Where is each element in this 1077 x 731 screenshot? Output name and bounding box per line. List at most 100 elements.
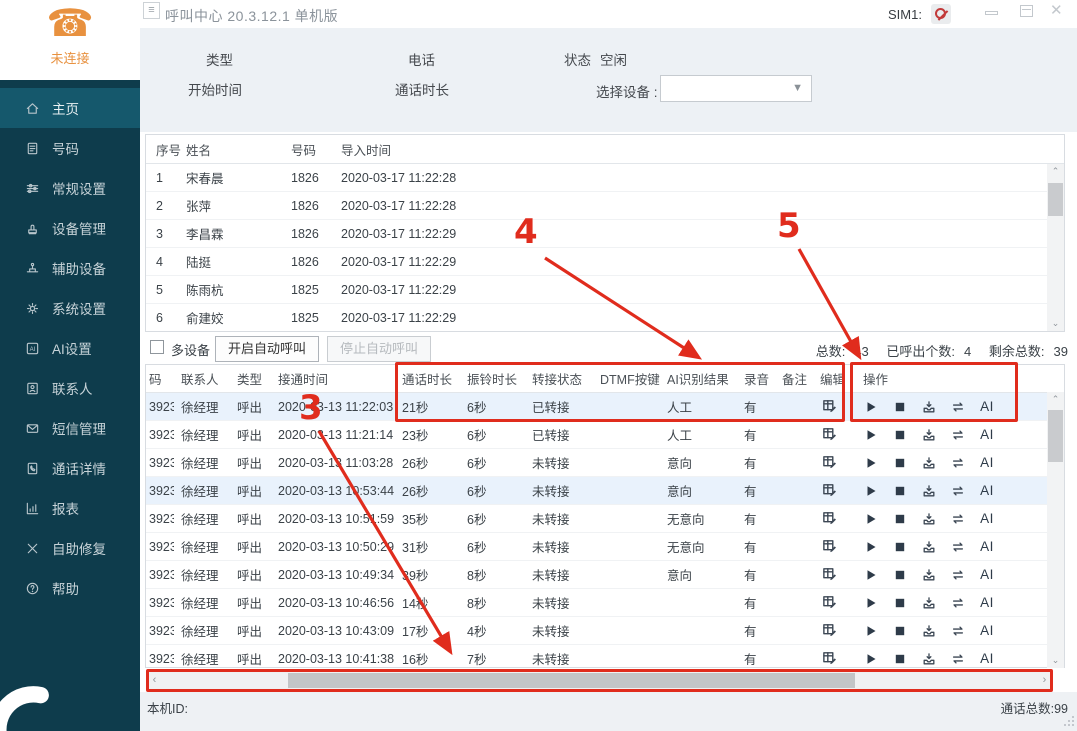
export-icon[interactable]: [921, 511, 937, 527]
close-button[interactable]: ✕: [1050, 3, 1063, 19]
stop-icon[interactable]: [892, 427, 908, 443]
ai-icon[interactable]: AI: [979, 455, 995, 471]
sidebar-item-系统设置[interactable]: 系统设置: [0, 288, 140, 328]
stop-auto-call-button[interactable]: 停止自动呼叫: [327, 336, 431, 362]
ai-icon[interactable]: AI: [979, 483, 995, 499]
sidebar-item-主页[interactable]: 主页: [0, 88, 140, 128]
play-icon[interactable]: [863, 595, 879, 611]
export-icon[interactable]: [921, 399, 937, 415]
sidebar-item-通话详情[interactable]: 通话详情: [0, 448, 140, 488]
transfer-icon[interactable]: [950, 623, 966, 639]
scroll-down-icon[interactable]: ⌄: [1047, 316, 1064, 331]
edit-record-icon[interactable]: [822, 454, 837, 469]
play-icon[interactable]: [863, 539, 879, 555]
play-icon[interactable]: [863, 651, 879, 667]
transfer-icon[interactable]: [950, 651, 966, 667]
scrollbar-thumb[interactable]: [288, 673, 855, 688]
ai-icon[interactable]: AI: [979, 511, 995, 527]
scrollbar-thumb[interactable]: [1048, 410, 1063, 462]
table-row[interactable]: 3923 徐经理 呼出 2020-03-13 10:49:34 39秒 8秒 未转接 意向 有 A…: [146, 561, 1064, 589]
ai-icon[interactable]: AI: [979, 567, 995, 583]
sidebar-item-辅助设备[interactable]: 辅助设备: [0, 248, 140, 288]
resize-grip[interactable]: [1064, 715, 1075, 729]
table-row[interactable]: 3 李昌霖 1826 2020-03-17 11:22:29: [146, 220, 1064, 248]
multi-device-checkbox[interactable]: [150, 340, 164, 354]
play-icon[interactable]: [863, 483, 879, 499]
scroll-up-icon[interactable]: ⌃: [1047, 392, 1064, 407]
ai-icon[interactable]: AI: [979, 539, 995, 555]
table-row[interactable]: 3923 徐经理 呼出 2020-03-13 10:41:38 16秒 7秒 未转接 有 AI: [146, 645, 1064, 667]
edit-record-icon[interactable]: [822, 482, 837, 497]
start-auto-call-button[interactable]: 开启自动呼叫: [215, 336, 319, 362]
stop-icon[interactable]: [892, 483, 908, 499]
table-row[interactable]: 3923 徐经理 呼出 2020-03-13 10:46:56 14秒 8秒 未转接 有 AI: [146, 589, 1064, 617]
ai-icon[interactable]: AI: [979, 399, 995, 415]
table-row[interactable]: 3923 徐经理 呼出 2020-03-13 10:51:59 35秒 6秒 未转接 无意向 有…: [146, 505, 1064, 533]
sidebar-item-设备管理[interactable]: 设备管理: [0, 208, 140, 248]
table-row[interactable]: 3923 徐经理 呼出 2020-03-13 11:22:03 21秒 6秒 已转接 人工 有 A…: [146, 393, 1064, 421]
edit-record-icon[interactable]: [822, 566, 837, 581]
stop-icon[interactable]: [892, 651, 908, 667]
table-row[interactable]: 3923 徐经理 呼出 2020-03-13 11:21:14 23秒 6秒 已转接 人工 有 A…: [146, 421, 1064, 449]
sidebar-item-AI设置[interactable]: AI AI设置: [0, 328, 140, 368]
sidebar-item-常规设置[interactable]: 常规设置: [0, 168, 140, 208]
lower-table-scrollbar[interactable]: ⌃ ⌄: [1047, 392, 1064, 668]
export-icon[interactable]: [921, 595, 937, 611]
transfer-icon[interactable]: [950, 511, 966, 527]
table-row[interactable]: 5 陈雨杭 1825 2020-03-17 11:22:29: [146, 276, 1064, 304]
play-icon[interactable]: [863, 455, 879, 471]
minimize-button[interactable]: [985, 11, 998, 15]
export-icon[interactable]: [921, 623, 937, 639]
upper-table-scrollbar[interactable]: ⌃ ⌄: [1047, 164, 1064, 331]
edit-record-icon[interactable]: [822, 650, 837, 665]
export-icon[interactable]: [921, 539, 937, 555]
edit-record-icon[interactable]: [822, 426, 837, 441]
export-icon[interactable]: [921, 427, 937, 443]
sidebar-item-帮助[interactable]: 帮助: [0, 568, 140, 608]
ai-icon[interactable]: AI: [979, 623, 995, 639]
stop-icon[interactable]: [892, 455, 908, 471]
scroll-left-icon[interactable]: ‹: [147, 671, 162, 690]
ai-icon[interactable]: AI: [979, 427, 995, 443]
device-select-dropdown[interactable]: ▼: [660, 75, 812, 102]
transfer-icon[interactable]: [950, 399, 966, 415]
export-icon[interactable]: [921, 651, 937, 667]
ai-icon[interactable]: AI: [979, 651, 995, 667]
sidebar-item-自助修复[interactable]: 自助修复: [0, 528, 140, 568]
ai-icon[interactable]: AI: [979, 595, 995, 611]
play-icon[interactable]: [863, 427, 879, 443]
sidebar-item-短信管理[interactable]: 短信管理: [0, 408, 140, 448]
menu-icon[interactable]: ≡: [143, 2, 160, 19]
table-row[interactable]: 2 张萍 1826 2020-03-17 11:22:28: [146, 192, 1064, 220]
transfer-icon[interactable]: [950, 455, 966, 471]
table-row[interactable]: 3923 徐经理 呼出 2020-03-13 10:43:09 17秒 4秒 未转接 有 AI: [146, 617, 1064, 645]
stop-icon[interactable]: [892, 539, 908, 555]
maximize-button[interactable]: [1020, 5, 1033, 17]
stop-icon[interactable]: [892, 399, 908, 415]
transfer-icon[interactable]: [950, 483, 966, 499]
table-row[interactable]: 1 宋春晨 1826 2020-03-17 11:22:28: [146, 164, 1064, 192]
scroll-down-icon[interactable]: ⌄: [1047, 653, 1064, 668]
scrollbar-thumb[interactable]: [1048, 183, 1063, 216]
transfer-icon[interactable]: [950, 567, 966, 583]
sidebar-item-联系人[interactable]: 联系人: [0, 368, 140, 408]
export-icon[interactable]: [921, 455, 937, 471]
export-icon[interactable]: [921, 567, 937, 583]
stop-icon[interactable]: [892, 595, 908, 611]
transfer-icon[interactable]: [950, 595, 966, 611]
play-icon[interactable]: [863, 511, 879, 527]
scroll-up-icon[interactable]: ⌃: [1047, 164, 1064, 179]
edit-record-icon[interactable]: [822, 622, 837, 637]
table-row[interactable]: 6 俞建姣 1825 2020-03-17 11:22:29: [146, 304, 1064, 331]
table-row[interactable]: 3923 徐经理 呼出 2020-03-13 10:53:44 26秒 6秒 未转接 意向 有 A…: [146, 477, 1064, 505]
table-row[interactable]: 4 陆挺 1826 2020-03-17 11:22:29: [146, 248, 1064, 276]
edit-record-icon[interactable]: [822, 538, 837, 553]
stop-icon[interactable]: [892, 511, 908, 527]
table-row[interactable]: 3923 徐经理 呼出 2020-03-13 11:03:28 26秒 6秒 未转接 意向 有 A…: [146, 449, 1064, 477]
edit-record-icon[interactable]: [822, 510, 837, 525]
edit-record-icon[interactable]: [822, 398, 837, 413]
sidebar-item-报表[interactable]: 报表: [0, 488, 140, 528]
transfer-icon[interactable]: [950, 539, 966, 555]
play-icon[interactable]: [863, 399, 879, 415]
stop-icon[interactable]: [892, 623, 908, 639]
